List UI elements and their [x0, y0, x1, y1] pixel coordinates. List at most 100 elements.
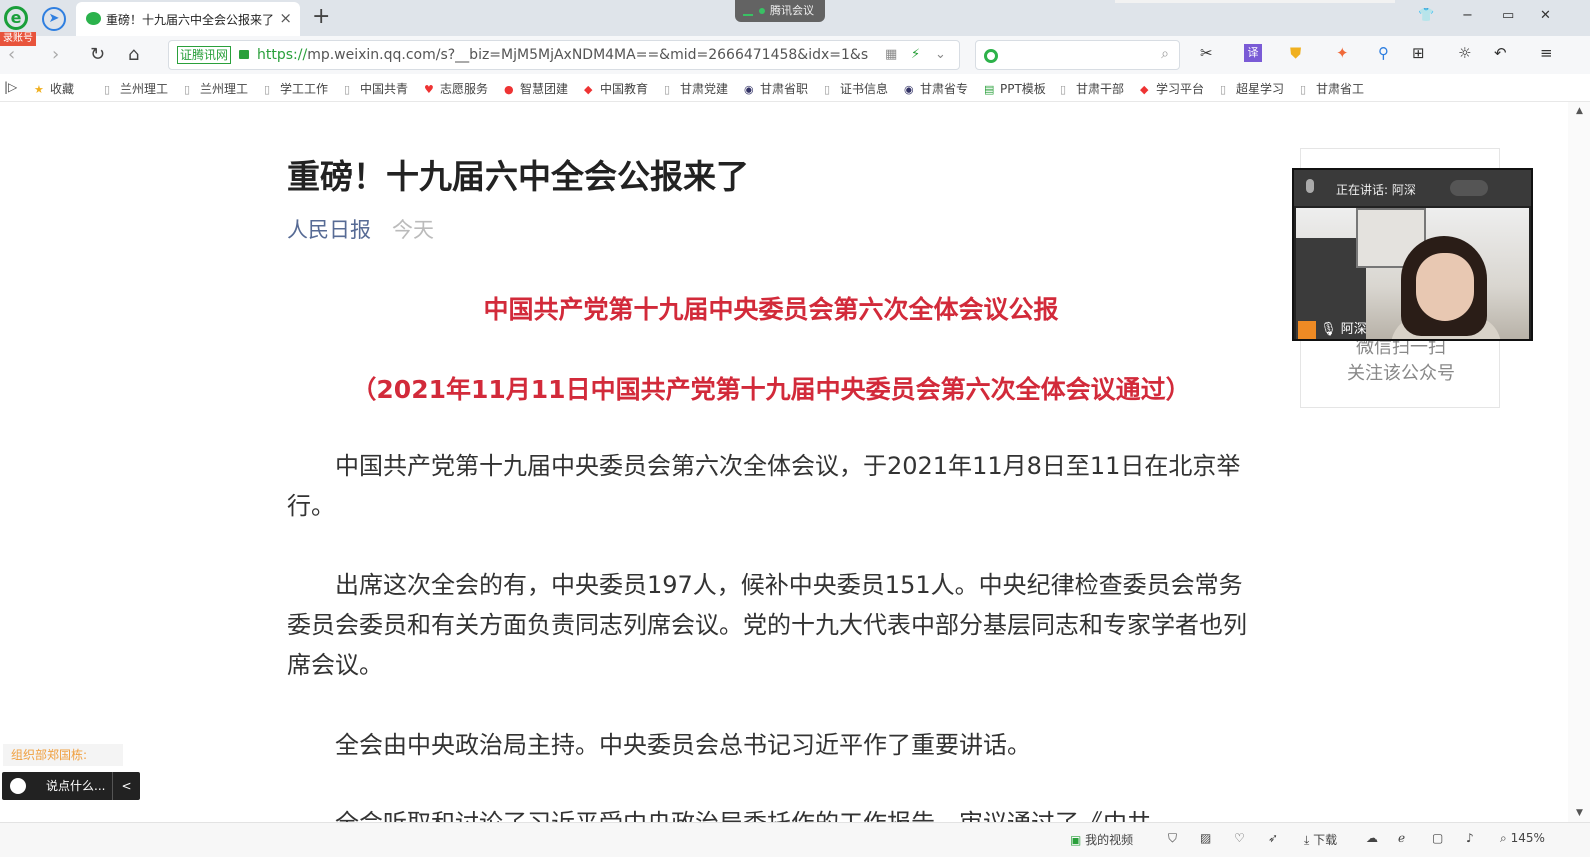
- shirt-icon[interactable]: 👕: [1418, 8, 1434, 23]
- browser-logo-icon[interactable]: e: [4, 6, 28, 30]
- window-icon[interactable]: ▢: [1432, 831, 1443, 845]
- bookmark-item[interactable]: ▯ 兰州理工: [104, 80, 168, 97]
- page-icon: ▯: [824, 83, 831, 96]
- bookmark-item[interactable]: ▯ 中国共青: [344, 80, 408, 97]
- browser-tab[interactable]: 重磅！十九届六中全会公报来了 ×: [76, 2, 300, 36]
- seal-icon: ◉: [744, 83, 754, 96]
- bookmark-label: 超星学习: [1236, 82, 1285, 96]
- bookmark-label: 收藏: [50, 82, 75, 96]
- health-icon[interactable]: ♡: [1234, 831, 1245, 845]
- maximize-button[interactable]: ▭: [1502, 8, 1514, 23]
- bookmark-item[interactable]: ◉ 甘肃省职: [744, 80, 808, 97]
- star-icon: ★: [34, 83, 44, 96]
- video-person-face: [1416, 253, 1474, 321]
- ie-icon[interactable]: ℯ: [1398, 831, 1405, 845]
- bookmark-label: 中国共青: [360, 82, 409, 96]
- bookmark-label: 兰州理工: [120, 82, 169, 96]
- login-badge[interactable]: 录账号: [0, 32, 36, 46]
- bookmark-item[interactable]: ★ 收藏: [34, 80, 74, 97]
- article-date: 今天: [392, 218, 434, 242]
- video-icon: ▣: [1070, 833, 1082, 847]
- chat-input[interactable]: 说点什么... <: [2, 772, 140, 800]
- bookmark-item[interactable]: ▯ 证书信息: [824, 80, 888, 97]
- address-bar[interactable]: 证腾讯网 https://mp.weixin.qq.com/s?__biz=Mj…: [168, 40, 960, 70]
- image-icon[interactable]: ▨: [1200, 831, 1211, 845]
- bookmark-item[interactable]: ▤ PPT模板: [984, 80, 1046, 97]
- search-engine-icon[interactable]: [984, 49, 998, 63]
- scroll-down-icon[interactable]: ▼: [1576, 808, 1583, 818]
- speaking-label: 正在讲话: 阿深: [1336, 183, 1416, 197]
- scissors-icon[interactable]: ✂: [1200, 44, 1213, 62]
- dropdown-icon[interactable]: ⌄: [935, 47, 946, 62]
- forward-icon[interactable]: ›: [52, 44, 59, 65]
- home-icon[interactable]: ⌂: [128, 44, 139, 65]
- scrollbar[interactable]: ▲ ▼: [1568, 102, 1590, 822]
- reload-icon[interactable]: ↻: [90, 44, 105, 65]
- wechat-icon: [86, 12, 101, 25]
- cloud-icon[interactable]: ☁: [1366, 831, 1378, 845]
- emoji-icon[interactable]: [10, 778, 26, 794]
- my-video-button[interactable]: ▣ 我的视频: [1070, 831, 1133, 848]
- status-bar: ▣ 我的视频 ⛉ ▨ ♡ ➶ ⤓ 下载 ☁ ℯ ▢ ♪ ⌕ 145%: [0, 822, 1590, 857]
- menu-icon[interactable]: ≡: [1540, 44, 1553, 62]
- sidebar-toggle-icon[interactable]: |▷: [4, 80, 17, 94]
- bookmark-item[interactable]: ▯ 甘肃干部: [1060, 80, 1124, 97]
- undo-icon[interactable]: ↶: [1494, 44, 1507, 62]
- back-icon[interactable]: ‹: [8, 44, 15, 65]
- communique-subheading: （2021年11月11日中国共产党第十九届中央委员会第六次全体会议通过）: [351, 375, 1191, 404]
- find-icon[interactable]: ⚲: [1378, 44, 1389, 62]
- bookmark-item[interactable]: ▯ 超星学习: [1220, 80, 1284, 97]
- page-icon: ▯: [344, 83, 351, 96]
- bookmark-label: 甘肃党建: [680, 82, 729, 96]
- page-icon: ▯: [664, 83, 671, 96]
- shield-icon[interactable]: ⛊: [1290, 44, 1301, 62]
- bookmark-label: 甘肃干部: [1076, 82, 1125, 96]
- bookmark-item[interactable]: ▯ 甘肃省工: [1300, 80, 1364, 97]
- bookmark-item[interactable]: ▯ 学工工作: [264, 80, 328, 97]
- navigate-icon[interactable]: ➤: [42, 7, 66, 31]
- security-icon[interactable]: ⛉: [1168, 831, 1177, 846]
- download-button[interactable]: ⤓ 下载: [1304, 831, 1337, 848]
- url-text[interactable]: https://mp.weixin.qq.com/s?__biz=MjM5MjA…: [257, 47, 869, 63]
- meeting-indicator[interactable]: 腾讯会议: [735, 0, 825, 22]
- game-icon[interactable]: ✦: [1336, 44, 1349, 62]
- search-box[interactable]: ⌕: [975, 40, 1180, 70]
- article-source-link[interactable]: 人民日报: [287, 214, 371, 244]
- article-paragraph: 全会由中央政治局主持。中央委员会总书记习近平作了重要讲话。: [335, 731, 1031, 759]
- participant-name-label: 阿深: [1340, 322, 1367, 337]
- search-icon[interactable]: ⌕: [1161, 46, 1169, 62]
- minimize-button[interactable]: −: [1462, 8, 1473, 23]
- certificate-badge[interactable]: 证腾讯网: [177, 46, 232, 64]
- bookmark-item[interactable]: ◆ 学习平台: [1140, 80, 1204, 97]
- collapse-chat-button[interactable]: <: [112, 772, 140, 800]
- bookmark-label: 甘肃省专: [920, 82, 969, 96]
- seal-icon: ◉: [904, 83, 914, 96]
- status-dot-icon: [759, 8, 765, 14]
- bookmark-item[interactable]: ◉ 甘肃省专: [904, 80, 968, 97]
- meeting-video-window[interactable]: 正在讲话: 阿深 🎙 阿深: [1292, 168, 1533, 341]
- close-window-button[interactable]: ✕: [1540, 8, 1551, 23]
- bookmark-label: 证书信息: [840, 82, 889, 96]
- bookmark-item[interactable]: ▯ 兰州理工: [184, 80, 248, 97]
- url-path: mp.weixin.qq.com/s?__biz=MjM5MjAxNDM4MA=…: [307, 47, 869, 63]
- brightness-icon[interactable]: ☼: [1458, 44, 1471, 62]
- scroll-up-icon[interactable]: ▲: [1576, 106, 1583, 116]
- voice-wave-icon: [1450, 180, 1488, 196]
- translate-icon[interactable]: 译: [1244, 44, 1262, 62]
- bookmark-item[interactable]: ● 智慧团建: [504, 80, 568, 97]
- volume-icon[interactable]: ♪: [1466, 831, 1474, 845]
- article-title: 重磅！十九届六中全会公报来了: [287, 157, 749, 196]
- bookmark-label: 甘肃省工: [1316, 82, 1365, 96]
- lightning-icon[interactable]: ⚡: [911, 47, 920, 62]
- bookmark-item[interactable]: ▯ 甘肃党建: [664, 80, 728, 97]
- qr-code-icon[interactable]: ▦: [885, 47, 897, 62]
- zoom-control[interactable]: ⌕ 145%: [1500, 831, 1545, 846]
- apps-grid-icon[interactable]: ⊞: [1412, 44, 1425, 62]
- rocket-icon[interactable]: ➶: [1268, 831, 1278, 845]
- new-tab-button[interactable]: +: [312, 4, 330, 29]
- bookmark-item[interactable]: ♥ 志愿服务: [424, 80, 488, 97]
- bookmark-item[interactable]: ◆ 中国教育: [584, 80, 648, 97]
- zoom-icon: ⌕: [1500, 831, 1507, 845]
- tab-close-icon[interactable]: ×: [279, 9, 292, 27]
- bookmark-label: 中国教育: [600, 82, 649, 96]
